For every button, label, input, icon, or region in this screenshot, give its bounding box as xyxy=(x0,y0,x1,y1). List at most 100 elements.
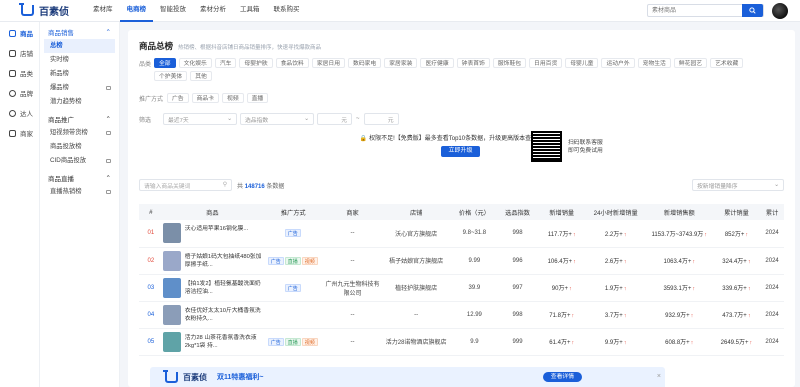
category-chip[interactable]: 文化娱乐 xyxy=(178,58,212,68)
product-thumbnail[interactable] xyxy=(162,277,181,298)
promo-chip[interactable]: 视频 xyxy=(222,93,244,103)
submenu-item-new[interactable]: 新品榜 xyxy=(40,67,119,81)
category-chip[interactable]: 家居日用 xyxy=(311,58,346,68)
product-name[interactable]: 活力28 山茶花香氛香洗衣液2kg*1袋 持... xyxy=(185,334,262,350)
category-chip[interactable]: 食品饮料 xyxy=(275,58,309,68)
sort-select[interactable]: 按新增销量降序 ⌄ xyxy=(692,179,784,191)
category-chip[interactable]: 艺术收藏 xyxy=(710,58,744,68)
submenu-item-live-hot[interactable]: 直播热销榜 xyxy=(40,185,119,199)
product-cell[interactable]: 沃心适用苹果16钢化膜... xyxy=(162,220,262,248)
top-nav-item[interactable]: 素材分析 xyxy=(193,0,233,22)
product-name[interactable]: 梧子姑娘1码大包抽纸480张加厚擦手纸... xyxy=(185,253,262,269)
table-row[interactable]: 01 沃心适用苹果16钢化膜... 广告 -- 沃心官方旗舰店 9.8~31.8… xyxy=(139,220,784,248)
product-name[interactable]: 【拍1发2】植轻氨基酸洗面奶溶洁控油... xyxy=(185,280,262,296)
submenu-group-promo[interactable]: 商品推广 ⌃ xyxy=(40,112,119,126)
price-min-input[interactable]: 元 xyxy=(317,113,352,125)
category-chip[interactable]: 宠物生活 xyxy=(637,58,671,68)
category-chip[interactable]: 汽车 xyxy=(214,58,237,68)
product-cell[interactable]: 梧子姑娘1码大包抽纸480张加厚擦手纸... xyxy=(162,247,262,275)
close-icon[interactable]: × xyxy=(657,373,661,380)
submenu-item-realtime[interactable]: 实时榜 xyxy=(40,53,119,67)
submenu-item-cid[interactable]: CID商品投放 xyxy=(40,154,119,168)
category-chip[interactable]: 数码家电 xyxy=(348,58,382,68)
column-header[interactable]: 累计销量 xyxy=(712,204,761,220)
top-nav-item-active[interactable]: 电商榜 xyxy=(119,0,153,22)
category-chip[interactable]: 全部 xyxy=(154,58,176,68)
submenu-item-ad[interactable]: 商品投放榜 xyxy=(40,140,119,154)
submenu-group-sales[interactable]: 商品销售 ⌃ xyxy=(40,25,119,39)
submenu-item-total[interactable]: 总榜 xyxy=(44,39,115,53)
sidebar-item-store[interactable]: 店铺 xyxy=(0,44,39,62)
page-description: 热销榜、根据抖音店铺日商品销量排序，快速寻找爆款商品 xyxy=(178,45,322,51)
table-row[interactable]: 03 【拍1发2】植轻氨基酸洗面奶溶洁控油... 广告 广州九元生物科技有限公司… xyxy=(139,274,784,302)
product-cell[interactable]: 【拍1发2】植轻氨基酸洗面奶溶洁控油... xyxy=(162,274,262,302)
promo-chip[interactable]: 商品卡 xyxy=(191,93,220,103)
sidebar-item-merchant[interactable]: 商家 xyxy=(0,124,39,142)
category-chip[interactable]: 运动户外 xyxy=(601,58,635,68)
metric-select[interactable]: 选品指数 ⌄ xyxy=(240,113,314,125)
column-header[interactable]: 新增销量 xyxy=(538,204,586,220)
category-chip[interactable]: 母婴护肤 xyxy=(239,58,273,68)
store-cell[interactable]: 梧子姑娘官方旗舰店 xyxy=(380,247,452,275)
product-thumbnail[interactable] xyxy=(162,331,181,352)
count-value: 148716 xyxy=(244,183,265,190)
sidebar-item-brand[interactable]: 品牌 xyxy=(0,84,39,102)
table-row[interactable]: 05 活力28 山茶花香氛香洗衣液2kg*1袋 持... 广告 直播 视频 -- 活… xyxy=(139,328,784,356)
product-thumbnail[interactable] xyxy=(162,223,181,244)
date-range-value: 最近7天 xyxy=(168,117,189,124)
category-chip[interactable]: 鲜花园艺 xyxy=(673,58,708,68)
submenu-group-live[interactable]: 商品直播 ⌃ xyxy=(40,171,119,185)
index-cell: 997 xyxy=(497,274,539,302)
promo-cell: 广告 xyxy=(261,220,325,248)
column-header[interactable]: 24小时新增销量 xyxy=(585,204,646,220)
store-cell[interactable]: 沃心官方旗舰店 xyxy=(380,220,452,248)
top-nav-item[interactable]: 工具箱 xyxy=(233,0,267,22)
top-nav-item[interactable]: 联系购买 xyxy=(267,0,307,22)
price-max-input[interactable]: 元 xyxy=(363,113,399,125)
avatar[interactable] xyxy=(772,3,788,19)
category-chip[interactable]: 家居家装 xyxy=(384,58,418,68)
submenu-item-hot[interactable]: 爆品榜 xyxy=(40,81,119,95)
app-logo[interactable]: 百素侦 xyxy=(19,3,79,18)
chevron-down-icon: ⌄ xyxy=(304,116,309,122)
category-chip[interactable]: 个护美体 xyxy=(154,71,188,81)
column-header[interactable]: 新增销售额 xyxy=(645,204,713,220)
search-button[interactable] xyxy=(742,4,763,17)
store-cell[interactable]: 活力28诺物酒店旗舰店 xyxy=(380,328,452,356)
top-nav-item[interactable]: 素材库 xyxy=(86,0,120,22)
brand-icon xyxy=(9,89,16,97)
product-name[interactable]: 衣佳优好太太10斤大桶香氛洗衣粉持久... xyxy=(185,307,262,323)
table-row[interactable]: 02 梧子姑娘1码大包抽纸480张加厚擦手纸... 广告 直播 视频 -- 梧子姑娘… xyxy=(139,247,784,275)
column-header[interactable]: 价格（元） xyxy=(451,204,498,220)
submenu-item-label: 短视频带货榜 xyxy=(50,129,88,136)
sidebar-item-category[interactable]: 品类 xyxy=(0,64,39,82)
category-chip[interactable]: 其他 xyxy=(190,71,212,81)
column-header[interactable]: 选品指数 xyxy=(497,204,539,220)
submenu-item-short-video[interactable]: 短视频带货榜 xyxy=(40,126,119,140)
sidebar-item-talent[interactable]: 达人 xyxy=(0,104,39,122)
table-row[interactable]: 04 衣佳优好太太10斤大桶香氛洗衣粉持久... -- -- 12.99 998… xyxy=(139,301,784,329)
product-cell[interactable]: 衣佳优好太太10斤大桶香氛洗衣粉持久... xyxy=(162,301,262,329)
promo-chip[interactable]: 广告 xyxy=(167,93,189,103)
keyword-search-input[interactable]: 请输入商品关键词 ⚲ xyxy=(139,179,232,191)
category-chip[interactable]: 母婴儿童 xyxy=(565,58,599,68)
promo-tag: 视频 xyxy=(301,337,318,346)
product-name[interactable]: 沃心适用苹果16钢化膜... xyxy=(185,225,248,241)
promo-chip[interactable]: 直播 xyxy=(246,93,269,103)
promo-details-button[interactable]: 查看详情 xyxy=(542,372,582,382)
upgrade-button[interactable]: 立即升级 xyxy=(441,146,480,157)
search-input[interactable] xyxy=(648,5,743,16)
top-nav-item[interactable]: 智能投放 xyxy=(153,0,193,22)
category-chip[interactable]: 医疗健康 xyxy=(420,58,454,68)
product-cell[interactable]: 活力28 山茶花香氛香洗衣液2kg*1袋 持... xyxy=(162,328,262,356)
category-chip[interactable]: 日用百货 xyxy=(529,58,563,68)
category-chip[interactable]: 钟表首饰 xyxy=(456,58,490,68)
sidebar-item-goods[interactable]: 商品 xyxy=(0,24,39,42)
product-thumbnail[interactable] xyxy=(162,250,181,271)
submenu-item-potential[interactable]: 潜力趋势榜 xyxy=(40,95,119,109)
product-thumbnail[interactable] xyxy=(162,304,181,325)
date-range-select[interactable]: 最近7天 ⌄ xyxy=(163,113,237,125)
store-cell[interactable]: 植轻护肤旗舰店 xyxy=(380,274,452,302)
store-cell[interactable]: -- xyxy=(380,301,452,329)
category-chip[interactable]: 服饰鞋包 xyxy=(492,58,527,68)
